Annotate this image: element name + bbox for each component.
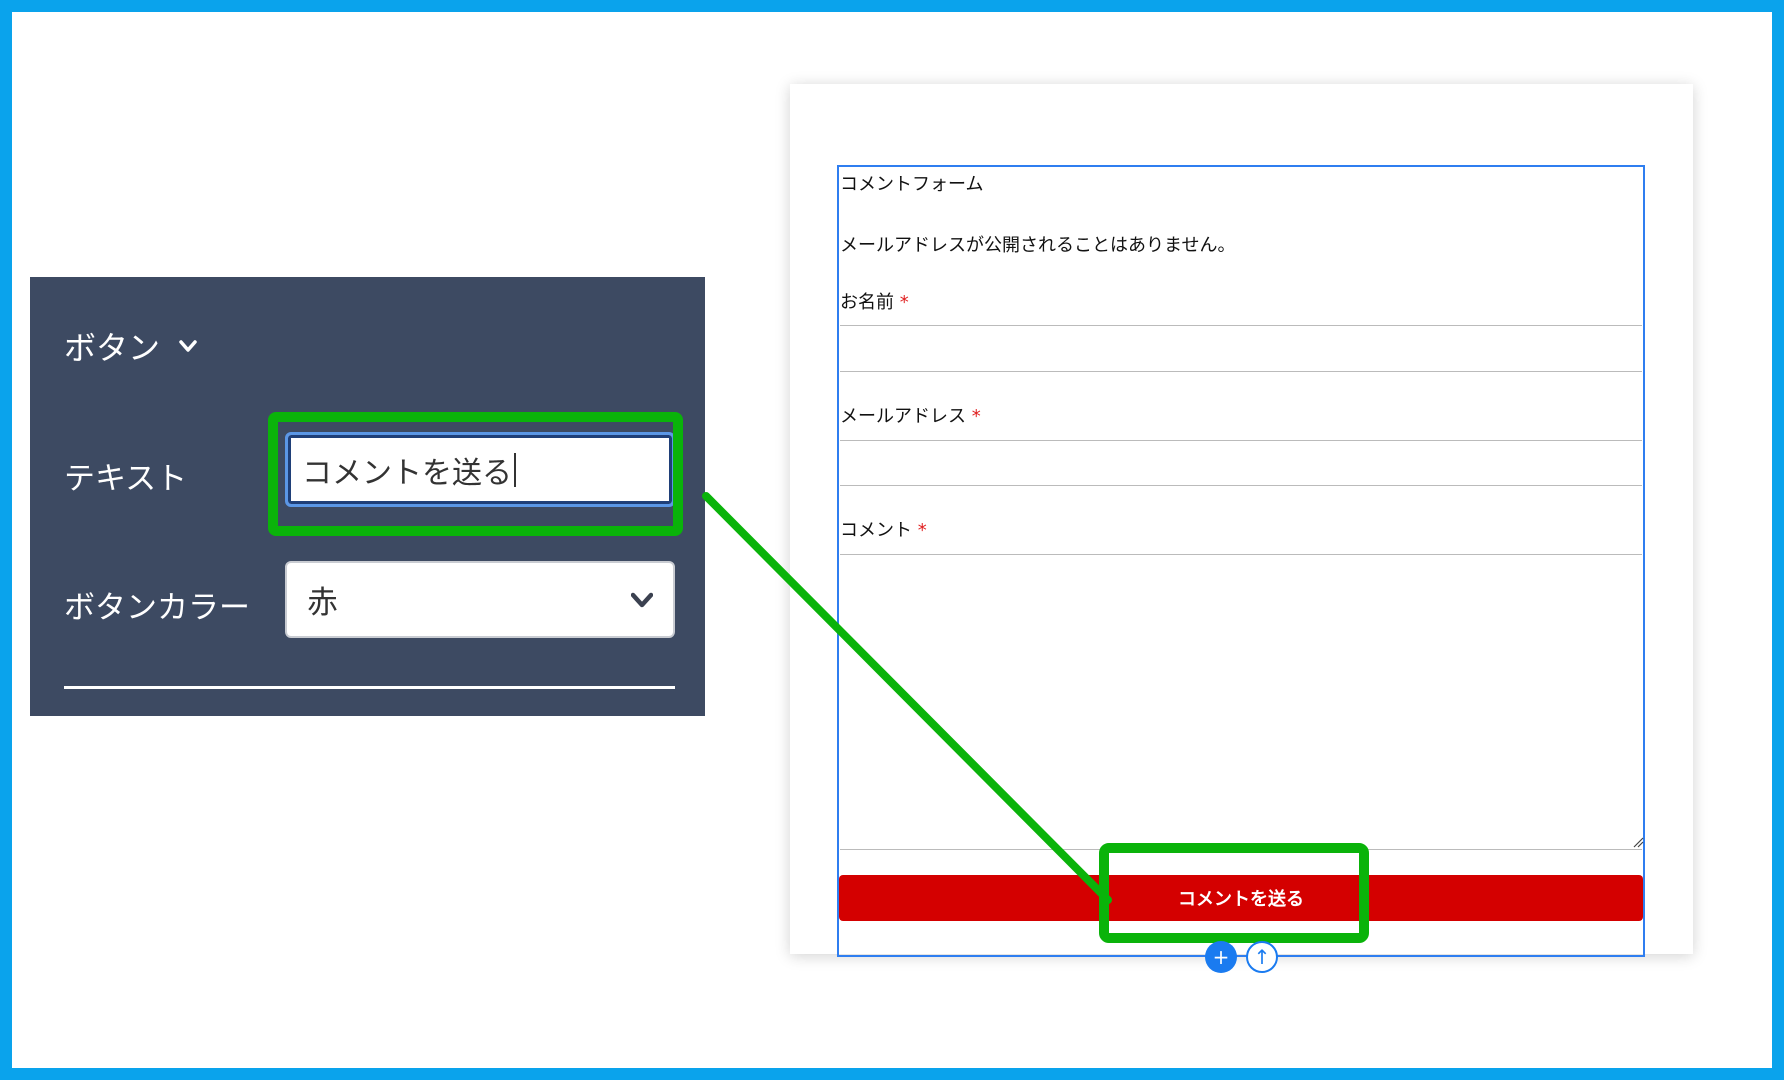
highlight-text-input [268, 412, 683, 536]
connector-line [702, 492, 1112, 904]
arrow-up-icon: ↑ [1253, 945, 1271, 969]
highlight-submit-button [1099, 843, 1369, 943]
plus-icon: + [1212, 945, 1230, 969]
add-block-button[interactable]: + [1205, 941, 1237, 973]
move-up-button[interactable]: ↑ [1246, 941, 1278, 973]
